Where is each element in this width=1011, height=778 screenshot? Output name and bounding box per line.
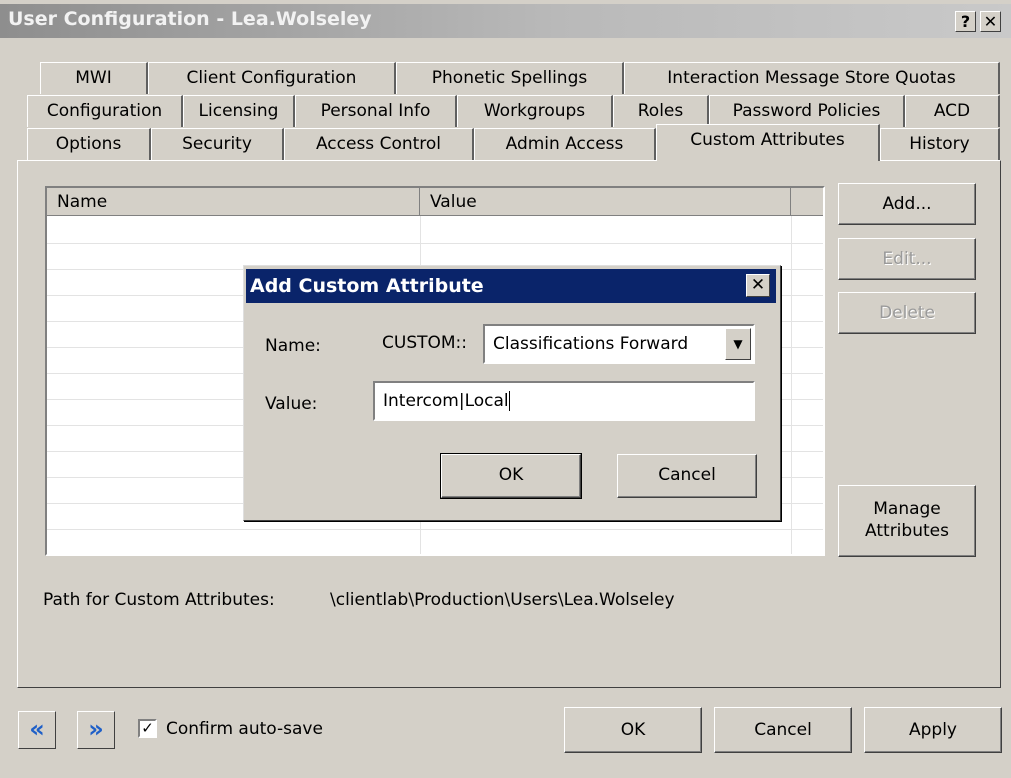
custom-prefix: CUSTOM:: xyxy=(382,333,467,353)
value-label: Value: xyxy=(265,394,318,414)
dialog-cancel-button[interactable]: Cancel xyxy=(617,454,757,498)
tab-interaction-message-store-quotas[interactable]: Interaction Message Store Quotas xyxy=(624,62,1000,94)
title-bar: User Configuration - Lea.Wolseley ? ✕ xyxy=(0,4,1011,38)
path-value: \clientlab\Production\Users\Lea.Wolseley xyxy=(330,590,675,610)
column-header-name[interactable]: Name xyxy=(47,188,420,216)
confirm-autosave-label[interactable]: Confirm auto-save xyxy=(166,719,323,739)
tab-security[interactable]: Security xyxy=(151,128,284,160)
dialog-title: Add Custom Attribute xyxy=(250,275,484,297)
name-combobox[interactable]: Classifications Forward ▼ xyxy=(483,324,755,364)
dialog-ok-button[interactable]: OK xyxy=(440,453,582,499)
manage-attributes-button[interactable]: Manage Attributes xyxy=(838,485,976,557)
column-divider xyxy=(791,216,792,554)
tab-phonetic-spellings[interactable]: Phonetic Spellings xyxy=(396,62,624,94)
tab-admin-access[interactable]: Admin Access xyxy=(474,128,656,160)
chevron-down-icon[interactable]: ▼ xyxy=(725,328,751,360)
help-button[interactable]: ? xyxy=(955,11,976,32)
name-label: Name: xyxy=(265,336,321,356)
column-header-value[interactable]: Value xyxy=(420,188,791,216)
close-button[interactable]: ✕ xyxy=(980,11,1001,32)
delete-button[interactable]: Delete xyxy=(838,292,976,334)
column-header-spacer xyxy=(791,188,823,216)
tab-access-control[interactable]: Access Control xyxy=(284,128,474,160)
tab-custom-attributes[interactable]: Custom Attributes xyxy=(656,124,880,161)
value-input-text: Intercom|Local xyxy=(383,391,509,411)
value-input[interactable]: Intercom|Local xyxy=(373,381,755,421)
manage-attributes-label-line1: Manage xyxy=(873,499,941,519)
tab-roles[interactable]: Roles xyxy=(613,95,709,127)
tab-options[interactable]: Options xyxy=(27,128,151,160)
user-configuration-window: User Configuration - Lea.Wolseley ? ✕ MW… xyxy=(0,0,1011,778)
ok-button[interactable]: OK xyxy=(564,707,702,753)
window-title: User Configuration - Lea.Wolseley xyxy=(8,8,372,30)
manage-attributes-label-line2: Attributes xyxy=(865,521,949,541)
apply-button[interactable]: Apply xyxy=(864,707,1002,753)
previous-user-button[interactable]: « xyxy=(18,711,56,749)
edit-button[interactable]: Edit... xyxy=(838,238,976,280)
tab-personal-info[interactable]: Personal Info xyxy=(295,95,457,127)
tab-licensing[interactable]: Licensing xyxy=(183,95,295,127)
dialog-title-bar: Add Custom Attribute ✕ xyxy=(246,269,776,303)
table-row xyxy=(47,529,823,530)
tab-password-policies[interactable]: Password Policies xyxy=(709,95,905,127)
add-button[interactable]: Add... xyxy=(838,183,976,225)
add-custom-attribute-dialog: Add Custom Attribute ✕ Name: CUSTOM:: Cl… xyxy=(243,265,781,521)
path-label: Path for Custom Attributes: xyxy=(43,590,275,610)
tab-configuration[interactable]: Configuration xyxy=(27,95,183,127)
dialog-close-button[interactable]: ✕ xyxy=(746,274,770,297)
tab-client-configuration[interactable]: Client Configuration xyxy=(148,62,396,94)
tab-workgroups[interactable]: Workgroups xyxy=(457,95,613,127)
confirm-autosave-checkbox[interactable]: ✓ xyxy=(138,719,157,738)
text-cursor xyxy=(508,391,510,411)
tab-history[interactable]: History xyxy=(880,128,1000,160)
tab-mwi[interactable]: MWI xyxy=(40,62,148,94)
cancel-button[interactable]: Cancel xyxy=(714,707,852,753)
tab-acd[interactable]: ACD xyxy=(905,95,1000,127)
table-row xyxy=(47,243,823,244)
name-combobox-value: Classifications Forward xyxy=(493,334,689,354)
next-user-button[interactable]: » xyxy=(77,711,115,749)
